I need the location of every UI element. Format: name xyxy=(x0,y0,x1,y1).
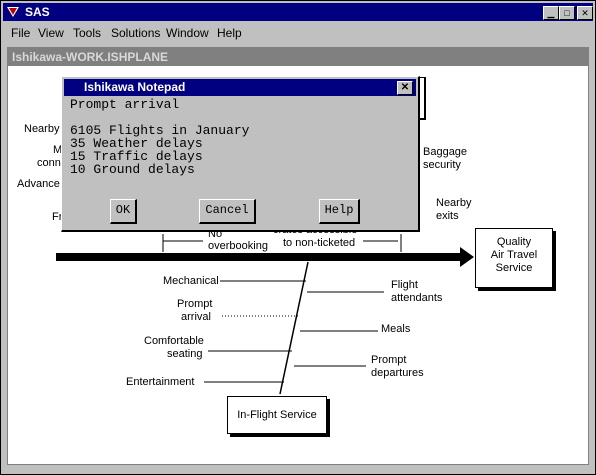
cause-meals[interactable]: Meals xyxy=(381,323,410,335)
cause-advance[interactable]: Advance xyxy=(17,178,60,190)
category-bone xyxy=(279,261,309,395)
ok-button[interactable]: OK xyxy=(110,199,137,224)
dialog-title: Ishikawa Notepad xyxy=(84,80,186,94)
cause-entertainment[interactable]: Entertainment xyxy=(126,376,194,388)
cause-flight[interactable]: Flight xyxy=(391,279,418,291)
cause-mechanical[interactable]: Mechanical xyxy=(163,275,219,287)
cause-security[interactable]: security xyxy=(423,159,461,171)
category-box[interactable]: In-Flight Service xyxy=(227,396,327,434)
cause-to-non-ticketed[interactable]: to non-ticketed xyxy=(283,237,355,249)
sas-logo-icon xyxy=(7,7,19,17)
menu-tools[interactable]: Tools xyxy=(73,26,101,40)
ishikawa-window-title-bar[interactable]: Ishikawa-WORK.ISHPLANE xyxy=(8,48,588,66)
sas-window: SAS ▁ □ ✕ File View Tools Solutions Wind… xyxy=(0,0,596,475)
menu-solutions[interactable]: Solutions xyxy=(111,26,160,40)
dialog-close-button[interactable]: ✕ xyxy=(397,81,413,95)
minimize-button[interactable]: ▁ xyxy=(543,6,559,20)
dialog-heading: Prompt arrival xyxy=(70,97,180,112)
cancel-button[interactable]: Cancel xyxy=(199,199,256,224)
minimize-icon: ▁ xyxy=(547,8,555,18)
cause-prompt-arrival-2[interactable]: arrival xyxy=(181,311,211,323)
dialog-title-bar[interactable]: Ishikawa Notepad ✕ xyxy=(64,79,416,96)
cause-comfortable[interactable]: Comfortable xyxy=(144,335,204,347)
window-title: SAS xyxy=(25,5,50,19)
close-button[interactable]: ✕ xyxy=(577,6,593,20)
cause-overbooking[interactable]: overbooking xyxy=(208,240,268,252)
effect-label-line1: Quality xyxy=(496,236,532,248)
close-icon: ✕ xyxy=(400,82,410,93)
menu-file[interactable]: File xyxy=(11,26,30,40)
cause-seating[interactable]: seating xyxy=(167,348,202,360)
cause-prompt-departures-1[interactable]: Prompt xyxy=(371,354,406,366)
menu-window[interactable]: Window xyxy=(166,26,209,40)
effect-box[interactable]: Quality Air Travel Service xyxy=(475,228,553,288)
cause-prompt-departures-2[interactable]: departures xyxy=(371,367,424,379)
cause-prompt-arrival-1[interactable]: Prompt xyxy=(177,298,212,310)
close-icon: ✕ xyxy=(581,8,589,18)
dialog-line-4: 10 Ground delays xyxy=(70,162,195,177)
title-bar[interactable]: SAS ▁ □ ✕ xyxy=(3,3,593,21)
cause-nearby[interactable]: Nearby xyxy=(24,123,59,135)
category-label: In-Flight Service xyxy=(237,409,317,421)
cause-conn[interactable]: conn xyxy=(37,157,61,169)
spine-arrowhead xyxy=(460,247,474,267)
spine-line xyxy=(56,253,460,261)
cause-attendants[interactable]: attendants xyxy=(391,292,442,304)
cause-nearby-exits-2[interactable]: exits xyxy=(436,210,459,222)
ishikawa-window-title: Ishikawa-WORK.ISHPLANE xyxy=(12,50,169,64)
maximize-icon: □ xyxy=(564,8,570,18)
maximize-button[interactable]: □ xyxy=(559,6,575,20)
menu-help[interactable]: Help xyxy=(217,26,242,40)
cause-nearby-exits-1[interactable]: Nearby xyxy=(436,197,471,209)
effect-label-line3: Service xyxy=(495,262,533,274)
help-button[interactable]: Help xyxy=(319,199,360,224)
cause-baggage[interactable]: Baggage xyxy=(423,146,467,158)
status-bar xyxy=(3,465,593,473)
menu-view[interactable]: View xyxy=(38,26,64,40)
menu-bar: File View Tools Solutions Window Help xyxy=(3,23,593,42)
effect-label-line2: Air Travel xyxy=(490,249,538,261)
